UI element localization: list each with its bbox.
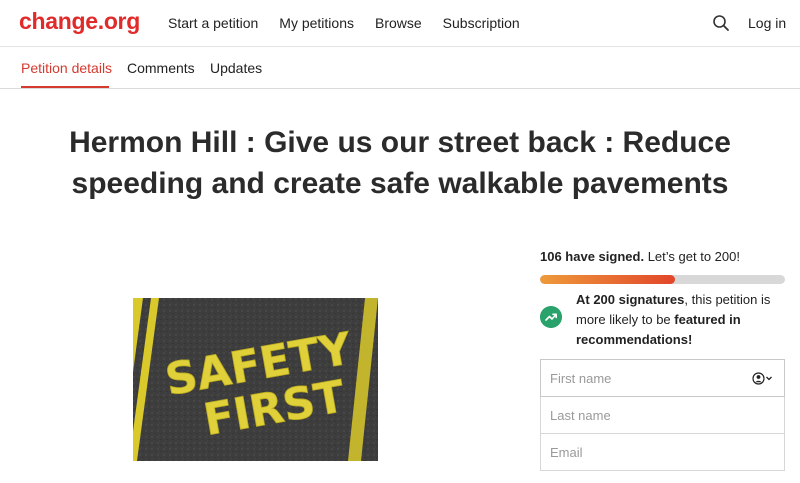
safety-first-graphic: SAFETY FIRST: [133, 298, 378, 461]
milestone-message: At 200 signatures, this petition is more…: [576, 290, 781, 350]
sign-form: [540, 359, 785, 471]
nav-subscription[interactable]: Subscription: [443, 15, 520, 31]
milestone-bold: At 200 signatures: [576, 292, 685, 307]
logo[interactable]: change.org: [19, 8, 140, 35]
top-bar: change.org Start a petition My petitions…: [0, 0, 800, 47]
trending-up-icon: [540, 306, 562, 328]
search-icon[interactable]: [712, 14, 730, 32]
first-name-field-wrap: [540, 359, 785, 397]
main-nav: Start a petition My petitions Browse Sub…: [168, 15, 520, 31]
tab-comments[interactable]: Comments: [127, 60, 195, 76]
login-link[interactable]: Log in: [748, 15, 786, 31]
nav-start-petition[interactable]: Start a petition: [168, 15, 258, 31]
user-account-dropdown-icon[interactable]: [752, 372, 774, 385]
signature-goal-text: Let’s get to 200!: [647, 249, 740, 264]
active-tab-indicator: [21, 86, 109, 88]
nav-my-petitions[interactable]: My petitions: [279, 15, 354, 31]
signed-count-text: 106 have signed.: [540, 249, 645, 264]
first-name-input[interactable]: [541, 360, 784, 396]
last-name-field-wrap: [540, 397, 785, 434]
signature-count: 106 have signed. Let’s get to 200!: [540, 249, 740, 264]
email-input[interactable]: [541, 434, 784, 470]
petition-tabs: Petition details Comments Updates: [0, 47, 800, 89]
signature-progress-bar: [540, 275, 785, 284]
last-name-input[interactable]: [541, 397, 784, 433]
signature-progress-fill: [540, 275, 675, 284]
petition-image: SAFETY FIRST: [133, 298, 378, 461]
tab-petition-details[interactable]: Petition details: [21, 60, 112, 76]
tab-updates[interactable]: Updates: [210, 60, 262, 76]
email-field-wrap: [540, 434, 785, 471]
nav-browse[interactable]: Browse: [375, 15, 422, 31]
petition-title: Hermon Hill : Give us our street back : …: [69, 126, 731, 200]
